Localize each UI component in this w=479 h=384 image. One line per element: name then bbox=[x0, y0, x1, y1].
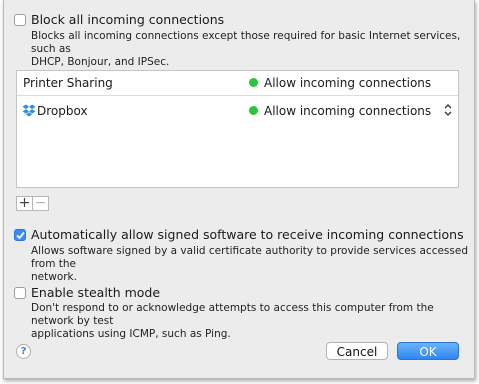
list-item[interactable]: Printer Sharing Allow incoming connectio… bbox=[17, 71, 458, 96]
app-list[interactable]: Printer Sharing Allow incoming connectio… bbox=[16, 70, 459, 188]
checkmark-icon bbox=[16, 231, 25, 240]
block-all-description: Blocks all incoming connections except t… bbox=[31, 30, 461, 68]
stealth-mode-checkbox[interactable] bbox=[14, 287, 26, 299]
status-green-dot bbox=[249, 78, 258, 87]
block-all-checkbox[interactable] bbox=[14, 14, 26, 26]
remove-app-button[interactable]: − bbox=[32, 196, 49, 211]
signed-software-description: Allows software signed by a valid certif… bbox=[31, 245, 468, 283]
status-green-dot bbox=[249, 106, 258, 115]
stealth-mode-label: Enable stealth mode bbox=[31, 285, 161, 300]
signed-software-checkbox[interactable] bbox=[14, 229, 26, 241]
app-name: Printer Sharing bbox=[23, 76, 113, 90]
add-app-button[interactable]: + bbox=[16, 196, 33, 211]
app-status: Allow incoming connections bbox=[264, 76, 432, 90]
stealth-mode-description: Don't respond to or acknowledge attempts… bbox=[31, 302, 434, 340]
cancel-button[interactable]: Cancel bbox=[326, 342, 388, 360]
dropbox-icon bbox=[22, 104, 36, 117]
app-name: Dropbox bbox=[37, 104, 88, 118]
stepper-chevron-icon[interactable] bbox=[443, 103, 453, 117]
signed-software-label: Automatically allow signed software to r… bbox=[31, 227, 464, 242]
block-all-label: Block all incoming connections bbox=[31, 12, 225, 27]
firewall-options-sheet: Block all incoming connections Blocks al… bbox=[3, 0, 475, 379]
help-button[interactable]: ? bbox=[16, 344, 31, 359]
ok-button[interactable]: OK bbox=[397, 342, 459, 360]
list-item[interactable]: Dropbox Allow incoming connections bbox=[17, 99, 458, 123]
app-status[interactable]: Allow incoming connections bbox=[264, 104, 431, 118]
